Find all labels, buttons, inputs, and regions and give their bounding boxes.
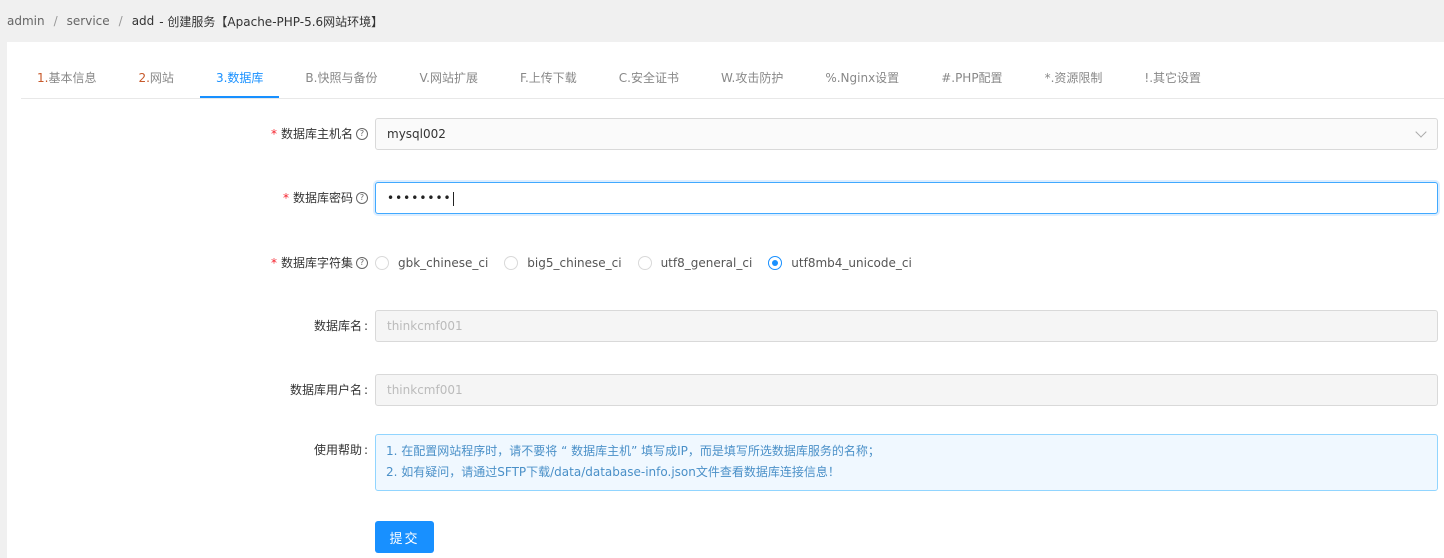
breadcrumb-service[interactable]: service <box>67 14 110 28</box>
tab-security-cert[interactable]: C.安全证书 <box>603 62 695 98</box>
question-icon[interactable]: ? <box>356 192 368 204</box>
submit-button[interactable]: 提交 <box>375 521 434 553</box>
radio-dot[interactable] <box>375 256 389 270</box>
db-name-label: 数据库名: <box>313 319 368 333</box>
required-marker: * <box>282 191 289 205</box>
help-line-1: 1. 在配置网站程序时，请不要将 “ 数据库主机” 填写成IP，而是填写所选数据… <box>386 444 880 458</box>
chevron-down-icon <box>1415 126 1427 138</box>
breadcrumb-add: add <box>131 14 155 28</box>
help-alert: 1. 在配置网站程序时，请不要将 “ 数据库主机” 填写成IP，而是填写所选数据… <box>375 434 1438 491</box>
db-host-select[interactable]: mysql002 <box>375 118 1438 150</box>
radio-dot[interactable] <box>768 256 783 270</box>
help-label: 使用帮助: <box>313 443 368 457</box>
breadcrumb-separator: / <box>118 14 123 28</box>
tab-basic-info[interactable]: 1.基本信息 <box>21 62 112 98</box>
db-password-input[interactable]: •••••••• <box>375 182 1438 214</box>
form-panel: 1.基本信息 2.网站 3.数据库 B.快照与备份 V.网站扩展 F.上传下载 … <box>7 42 1444 558</box>
breadcrumb-separator: / <box>53 14 58 28</box>
db-charset-label: * 数据库字符集 ? <box>271 247 368 279</box>
db-name-input: thinkcmf001 <box>375 310 1438 342</box>
db-charset-radio-group: gbk_chinese_ci big5_chinese_ci utf8_gene… <box>375 247 928 279</box>
db-user-input: thinkcmf001 <box>375 374 1438 406</box>
db-user-label: 数据库用户名: <box>289 383 368 397</box>
radio-big5-chinese-ci[interactable]: big5_chinese_ci <box>504 256 622 270</box>
radio-utf8-general-ci[interactable]: utf8_general_ci <box>637 256 752 270</box>
tab-website-extension[interactable]: V.网站扩展 <box>403 62 494 98</box>
required-marker: * <box>270 256 277 270</box>
question-icon[interactable]: ? <box>356 257 368 269</box>
tab-resource-limits[interactable]: *.资源限制 <box>1029 62 1119 98</box>
radio-utf8mb4-unicode-ci[interactable]: utf8mb4_unicode_ci <box>768 256 912 270</box>
tab-database[interactable]: 3.数据库 <box>199 62 280 98</box>
required-marker: * <box>270 127 277 141</box>
tab-upload-download[interactable]: F.上传下载 <box>504 62 593 98</box>
tab-snapshot-backup[interactable]: B.快照与备份 <box>289 62 393 98</box>
question-icon[interactable]: ? <box>356 128 368 140</box>
tab-bar: 1.基本信息 2.网站 3.数据库 B.快照与备份 V.网站扩展 F.上传下载 … <box>21 62 1444 99</box>
db-password-label: * 数据库密码 ? <box>283 182 368 214</box>
tab-php-config[interactable]: #.PHP配置 <box>925 62 1018 98</box>
db-host-label: * 数据库主机名 ? <box>271 118 368 150</box>
breadcrumb-admin[interactable]: admin <box>7 14 45 28</box>
tab-other-settings[interactable]: !.其它设置 <box>1128 62 1217 98</box>
radio-dot[interactable] <box>637 256 652 270</box>
page-title: - 创建服务【Apache-PHP-5.6网站环境】 <box>159 14 384 29</box>
tab-attack-protection[interactable]: W.攻击防护 <box>705 62 799 98</box>
text-caret <box>452 191 454 206</box>
radio-gbk-chinese-ci[interactable]: gbk_chinese_ci <box>375 256 488 270</box>
breadcrumb: admin / service / add - 创建服务【Apache-PHP-… <box>7 0 1444 42</box>
tab-nginx-settings[interactable]: %.Nginx设置 <box>809 62 915 98</box>
help-line-2: 2. 如有疑问，请通过SFTP下载/data/database-info.jso… <box>386 465 840 479</box>
tab-website[interactable]: 2.网站 <box>122 62 189 98</box>
radio-dot[interactable] <box>504 256 519 270</box>
